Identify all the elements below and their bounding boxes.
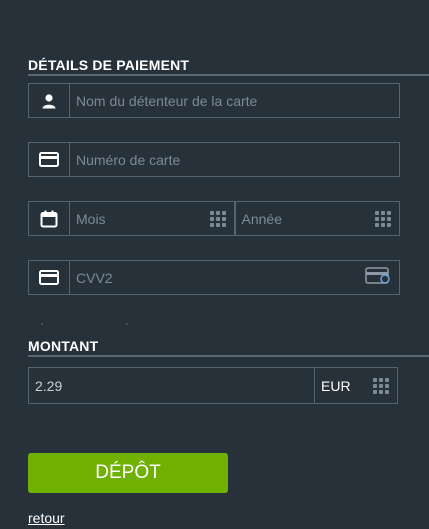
amount-divider: [28, 355, 429, 357]
currency-select[interactable]: EUR: [314, 368, 397, 403]
cvv-input[interactable]: CVV2: [70, 261, 399, 294]
calendar-icon: [29, 202, 70, 235]
cvv-card-icon: [365, 267, 391, 288]
cardholder-name-field[interactable]: Nom du détenteur de la carte: [28, 83, 400, 118]
credit-card-icon: [29, 143, 70, 176]
faint-divider: [41, 323, 128, 325]
expiry-date-field[interactable]: Mois Année: [28, 201, 400, 236]
credit-card-icon: [29, 261, 70, 294]
grid-icon: [375, 210, 391, 227]
currency-label: EUR: [321, 377, 351, 394]
amount-input[interactable]: 2.29: [29, 368, 314, 403]
user-icon: [29, 84, 70, 117]
card-number-input[interactable]: Numéro de carte: [70, 143, 399, 176]
expiry-year-placeholder: Année: [241, 210, 282, 227]
payment-details-divider: [28, 74, 429, 76]
back-link[interactable]: retour: [28, 510, 65, 526]
card-number-field[interactable]: Numéro de carte: [28, 142, 400, 177]
expiry-year-select[interactable]: Année: [233, 202, 400, 235]
amount-title: MONTANT: [28, 338, 99, 354]
cvv-placeholder: CVV2: [76, 269, 113, 286]
grid-icon: [209, 210, 226, 227]
cvv-field[interactable]: CVV2: [28, 260, 400, 295]
payment-details-title: DÉTAILS DE PAIEMENT: [28, 57, 190, 73]
deposit-button[interactable]: DÉPÔT: [28, 453, 228, 493]
expiry-month-placeholder: Mois: [76, 210, 106, 227]
amount-field[interactable]: 2.29 EUR: [28, 367, 398, 404]
cardholder-name-input[interactable]: Nom du détenteur de la carte: [70, 84, 399, 117]
grid-icon: [373, 377, 389, 394]
expiry-month-select[interactable]: Mois: [70, 202, 234, 235]
